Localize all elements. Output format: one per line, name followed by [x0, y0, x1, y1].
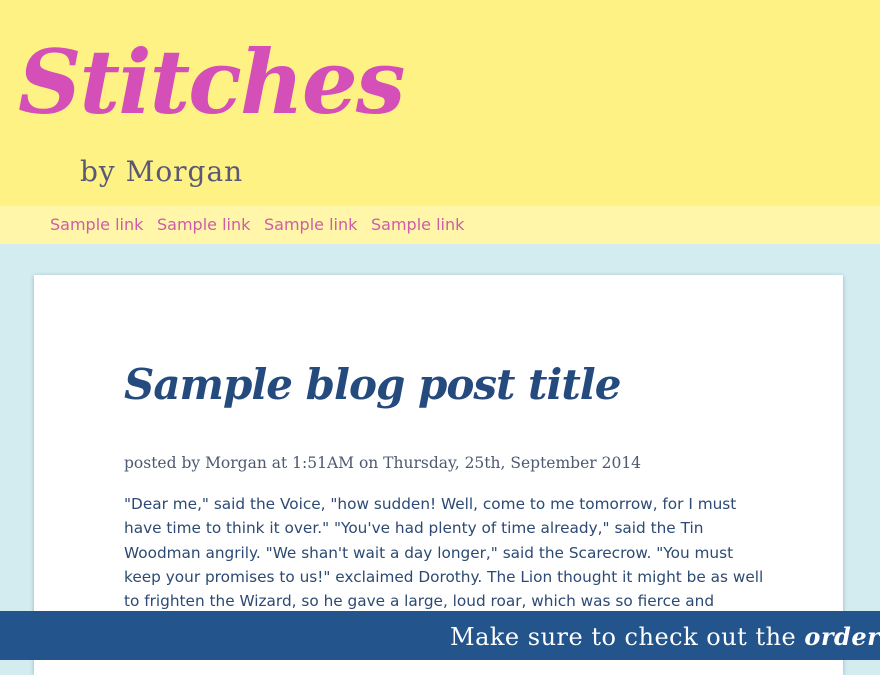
- post-meta: posted by Morgan at 1:51AM on Thursday, …: [124, 454, 642, 472]
- nav-link-3[interactable]: Sample link: [264, 206, 357, 244]
- nav-link-2[interactable]: Sample link: [157, 206, 250, 244]
- banner-text: Make sure to check out the orders page: [450, 611, 880, 660]
- nav-link-1[interactable]: Sample link: [50, 206, 143, 244]
- orders-page-link[interactable]: orders page: [804, 622, 880, 651]
- nav-link-4[interactable]: Sample link: [371, 206, 464, 244]
- site-byline: by Morgan: [80, 155, 244, 188]
- post-title[interactable]: Sample blog post title: [124, 355, 621, 415]
- nav-bar: Sample link Sample link Sample link Samp…: [0, 206, 880, 244]
- banner-prefix: Make sure to check out the: [450, 623, 805, 651]
- site-title[interactable]: Stitches: [18, 22, 405, 142]
- site-header: Stitches by Morgan: [0, 0, 880, 206]
- bottom-banner: Make sure to check out the orders page: [0, 611, 880, 660]
